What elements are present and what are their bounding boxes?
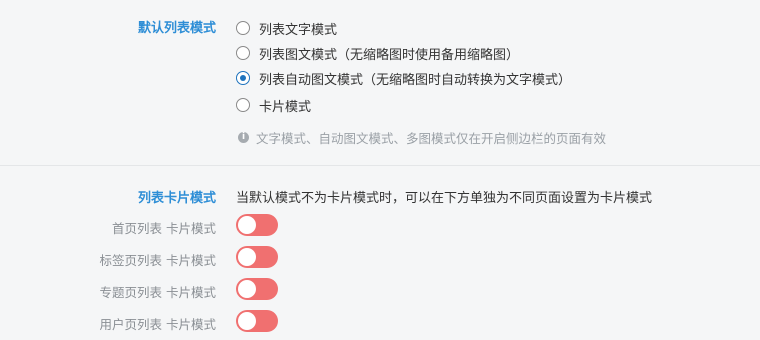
- card-mode-title: 列表卡片模式: [137, 191, 216, 206]
- radio-button[interactable]: [236, 46, 250, 60]
- default-list-mode-title: 默认列表模式: [137, 21, 216, 36]
- radio-label: 列表文字模式: [259, 22, 338, 38]
- radio-button[interactable]: [236, 98, 250, 112]
- toggle-label-user: 用户页列表 卡片模式: [99, 317, 216, 332]
- radio-button-checked[interactable]: [236, 71, 250, 85]
- toggle-label-topic: 专题页列表 卡片模式: [99, 285, 216, 300]
- toggle-topic-card-mode[interactable]: [236, 278, 278, 300]
- radio-option-auto-image-text-mode[interactable]: 列表自动图文模式（无缩略图时自动转换为文字模式）: [236, 68, 571, 88]
- hint-text: 文字模式、自动图文模式、多图模式仅在开启侧边栏的页面有效: [256, 131, 607, 146]
- radio-option-text-mode[interactable]: 列表文字模式: [236, 18, 337, 38]
- toggle-label-home: 首页列表 卡片模式: [112, 221, 216, 236]
- radio-option-image-text-mode[interactable]: 列表图文模式（无缩略图时使用备用缩略图）: [236, 43, 519, 63]
- toggle-knob: [238, 248, 256, 266]
- radio-button[interactable]: [236, 21, 250, 35]
- radio-label: 列表图文模式（无缩略图时使用备用缩略图）: [259, 47, 520, 63]
- section-divider: [0, 165, 760, 166]
- toggle-knob: [238, 216, 256, 234]
- toggle-label-tag: 标签页列表 卡片模式: [99, 253, 216, 268]
- toggle-home-card-mode[interactable]: [236, 214, 278, 236]
- mode-hint: i 文字模式、自动图文模式、多图模式仅在开启侧边栏的页面有效: [238, 128, 606, 147]
- radio-option-card-mode[interactable]: 卡片模式: [236, 95, 311, 115]
- radio-label: 卡片模式: [259, 99, 312, 115]
- radio-label: 列表自动图文模式（无缩略图时自动转换为文字模式）: [259, 72, 572, 88]
- toggle-tag-card-mode[interactable]: [236, 246, 278, 268]
- toggle-knob: [238, 280, 256, 298]
- card-mode-description: 当默认模式不为卡片模式时，可以在下方单独为不同页面设置为卡片模式: [236, 191, 653, 206]
- info-icon: i: [238, 132, 249, 143]
- toggle-user-card-mode[interactable]: [236, 310, 278, 332]
- toggle-knob: [238, 312, 256, 330]
